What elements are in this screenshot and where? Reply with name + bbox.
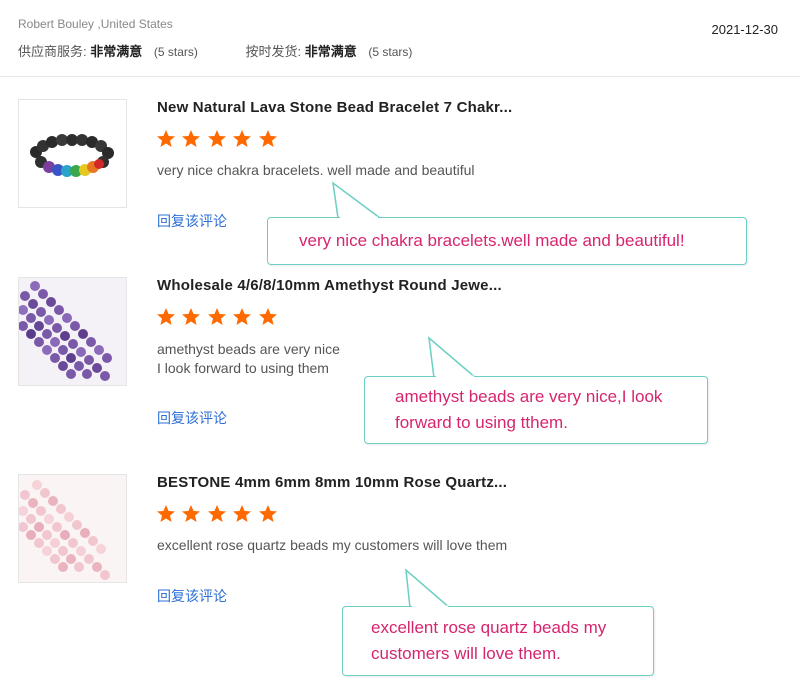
callout-tail-joins [340,216,474,609]
